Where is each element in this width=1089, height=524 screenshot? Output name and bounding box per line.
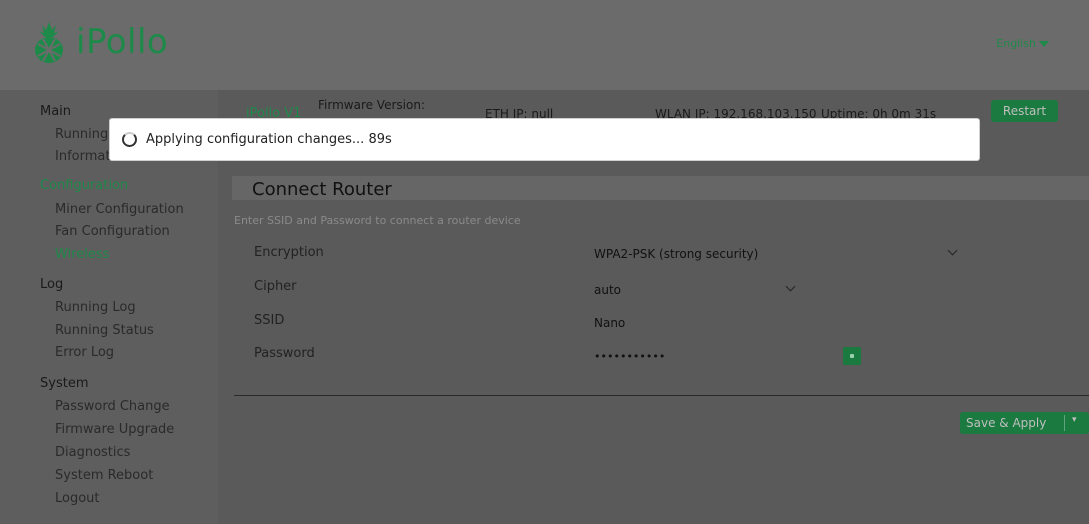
encryption-label: Encryption bbox=[254, 245, 324, 260]
sidebar-item-running-log[interactable]: Running Log bbox=[55, 300, 136, 315]
sidebar-item-diagnostics[interactable]: Diagnostics bbox=[55, 445, 130, 460]
language-selector[interactable]: English bbox=[996, 37, 1049, 50]
modal-message: Applying configuration changes... 89s bbox=[146, 132, 392, 147]
sidebar-item-wireless[interactable]: Wireless bbox=[55, 247, 109, 262]
password-input[interactable]: ••••••••••• bbox=[594, 350, 665, 363]
divider bbox=[234, 395, 1089, 396]
cipher-select[interactable]: auto bbox=[594, 283, 621, 297]
sidebar-item-fan-configuration[interactable]: Fan Configuration bbox=[55, 224, 170, 239]
sidebar-item-miner-configuration[interactable]: Miner Configuration bbox=[55, 202, 184, 217]
save-apply-button[interactable]: Save & Apply ▾ bbox=[960, 412, 1089, 434]
restart-button[interactable]: Restart bbox=[991, 100, 1058, 122]
app-name: iPollo bbox=[76, 22, 169, 62]
pineapple-logo-icon bbox=[35, 22, 63, 63]
sidebar-item-logout[interactable]: Logout bbox=[55, 491, 100, 506]
ssid-label: SSID bbox=[254, 313, 285, 328]
cipher-label: Cipher bbox=[254, 279, 297, 294]
sidebar-section-configuration[interactable]: Configuration bbox=[40, 178, 128, 193]
firmware-version-label: Firmware Version: bbox=[318, 98, 425, 112]
sidebar-item-error-log[interactable]: Error Log bbox=[55, 345, 114, 360]
sidebar-item-system-reboot[interactable]: System Reboot bbox=[55, 468, 153, 483]
sidebar-item-running[interactable]: Running bbox=[55, 127, 108, 142]
logo[interactable]: iPollo bbox=[30, 20, 168, 64]
password-label: Password bbox=[254, 346, 315, 361]
caret-down-icon bbox=[1039, 41, 1049, 47]
language-label: English bbox=[996, 37, 1036, 50]
caret-down-icon[interactable]: ▾ bbox=[1072, 415, 1077, 425]
sidebar-item-information[interactable]: Informat bbox=[55, 149, 110, 164]
plus-icon[interactable] bbox=[843, 347, 861, 365]
button-separator bbox=[1064, 415, 1065, 431]
chevron-down-icon[interactable] bbox=[785, 281, 796, 292]
sidebar-item-password-change[interactable]: Password Change bbox=[55, 399, 170, 414]
sidebar-section-log[interactable]: Log bbox=[40, 277, 63, 292]
chevron-down-icon[interactable] bbox=[947, 245, 958, 256]
page-title: Connect Router bbox=[252, 179, 392, 200]
ssid-input[interactable]: Nano bbox=[594, 316, 625, 330]
sidebar-item-running-status[interactable]: Running Status bbox=[55, 323, 154, 338]
sidebar-section-system[interactable]: System bbox=[40, 376, 88, 391]
save-apply-label: Save & Apply bbox=[966, 416, 1047, 430]
header: iPollo English bbox=[0, 0, 1089, 90]
sidebar-item-firmware-upgrade[interactable]: Firmware Upgrade bbox=[55, 422, 174, 437]
page-hint: Enter SSID and Password to connect a rou… bbox=[234, 214, 521, 227]
encryption-select[interactable]: WPA2-PSK (strong security) bbox=[594, 247, 758, 261]
spinner-icon bbox=[122, 132, 137, 147]
sidebar-section-main[interactable]: Main bbox=[40, 104, 71, 119]
section-header-bar: Connect Router bbox=[232, 176, 1089, 200]
applying-changes-modal: Applying configuration changes... 89s bbox=[109, 118, 980, 161]
